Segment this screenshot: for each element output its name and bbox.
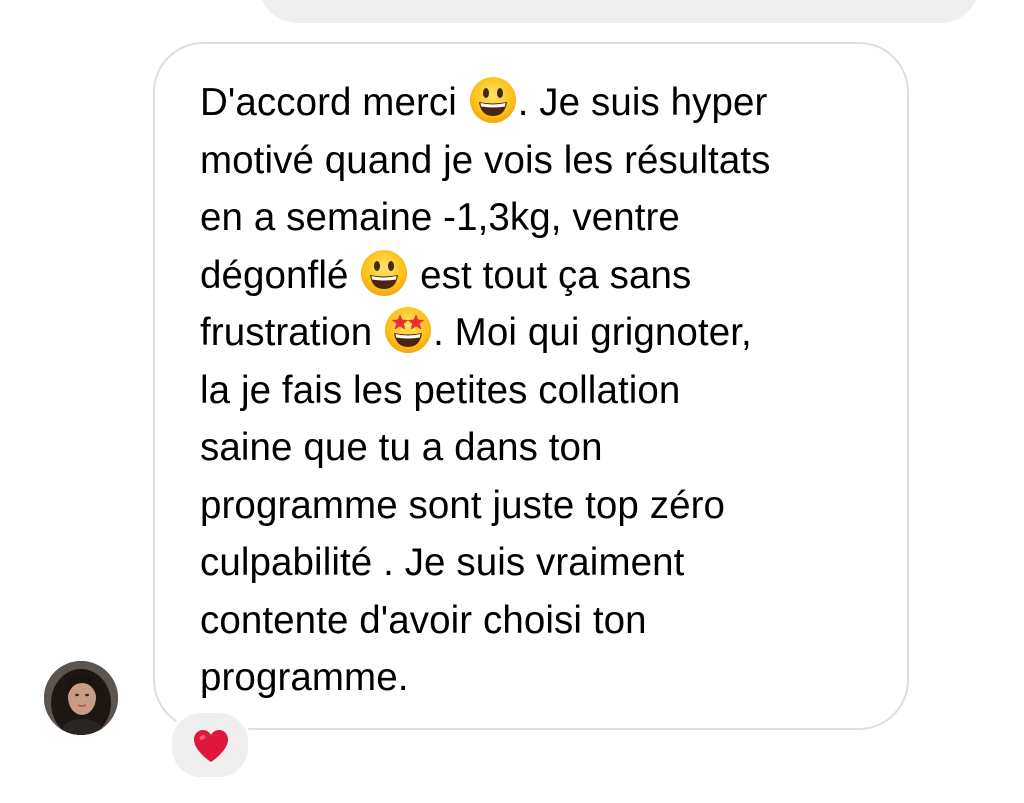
message-line: motivé quand je vois les résultats <box>200 138 771 182</box>
grinning-face-icon <box>359 248 409 298</box>
message-line: contente d'avoir choisi ton <box>200 598 647 642</box>
star-struck-icon <box>383 305 433 355</box>
message-line: programme. <box>200 656 409 699</box>
message-line: culpabilité . Je suis vraiment <box>200 541 685 584</box>
previous-message-bubble[interactable] <box>258 0 980 23</box>
message-text: D'accord merci . Je suis hyper motivé qu… <box>200 74 880 707</box>
message-line: en a semaine -1,3kg, ventre <box>200 196 680 239</box>
message-line: programme sont juste top zéro <box>200 483 726 527</box>
message-line: la je fais les petites collation <box>200 368 681 412</box>
message-line: D'accord merci . Je suis hyper <box>200 74 880 132</box>
message-bubble[interactable]: D'accord merci . Je suis hyper motivé qu… <box>153 42 909 730</box>
heart-reaction-badge[interactable] <box>169 710 251 780</box>
grinning-face-icon <box>468 75 518 125</box>
message-line: dégonflé est tout ça sans <box>200 247 880 305</box>
message-line: frustration . Moi qui grignoter, <box>200 304 880 362</box>
chat-screen: D'accord merci . Je suis hyper motivé qu… <box>0 0 1024 803</box>
red-heart-icon <box>194 730 228 762</box>
message-line: saine que tu a dans ton <box>200 426 603 469</box>
contact-avatar[interactable] <box>44 661 118 735</box>
